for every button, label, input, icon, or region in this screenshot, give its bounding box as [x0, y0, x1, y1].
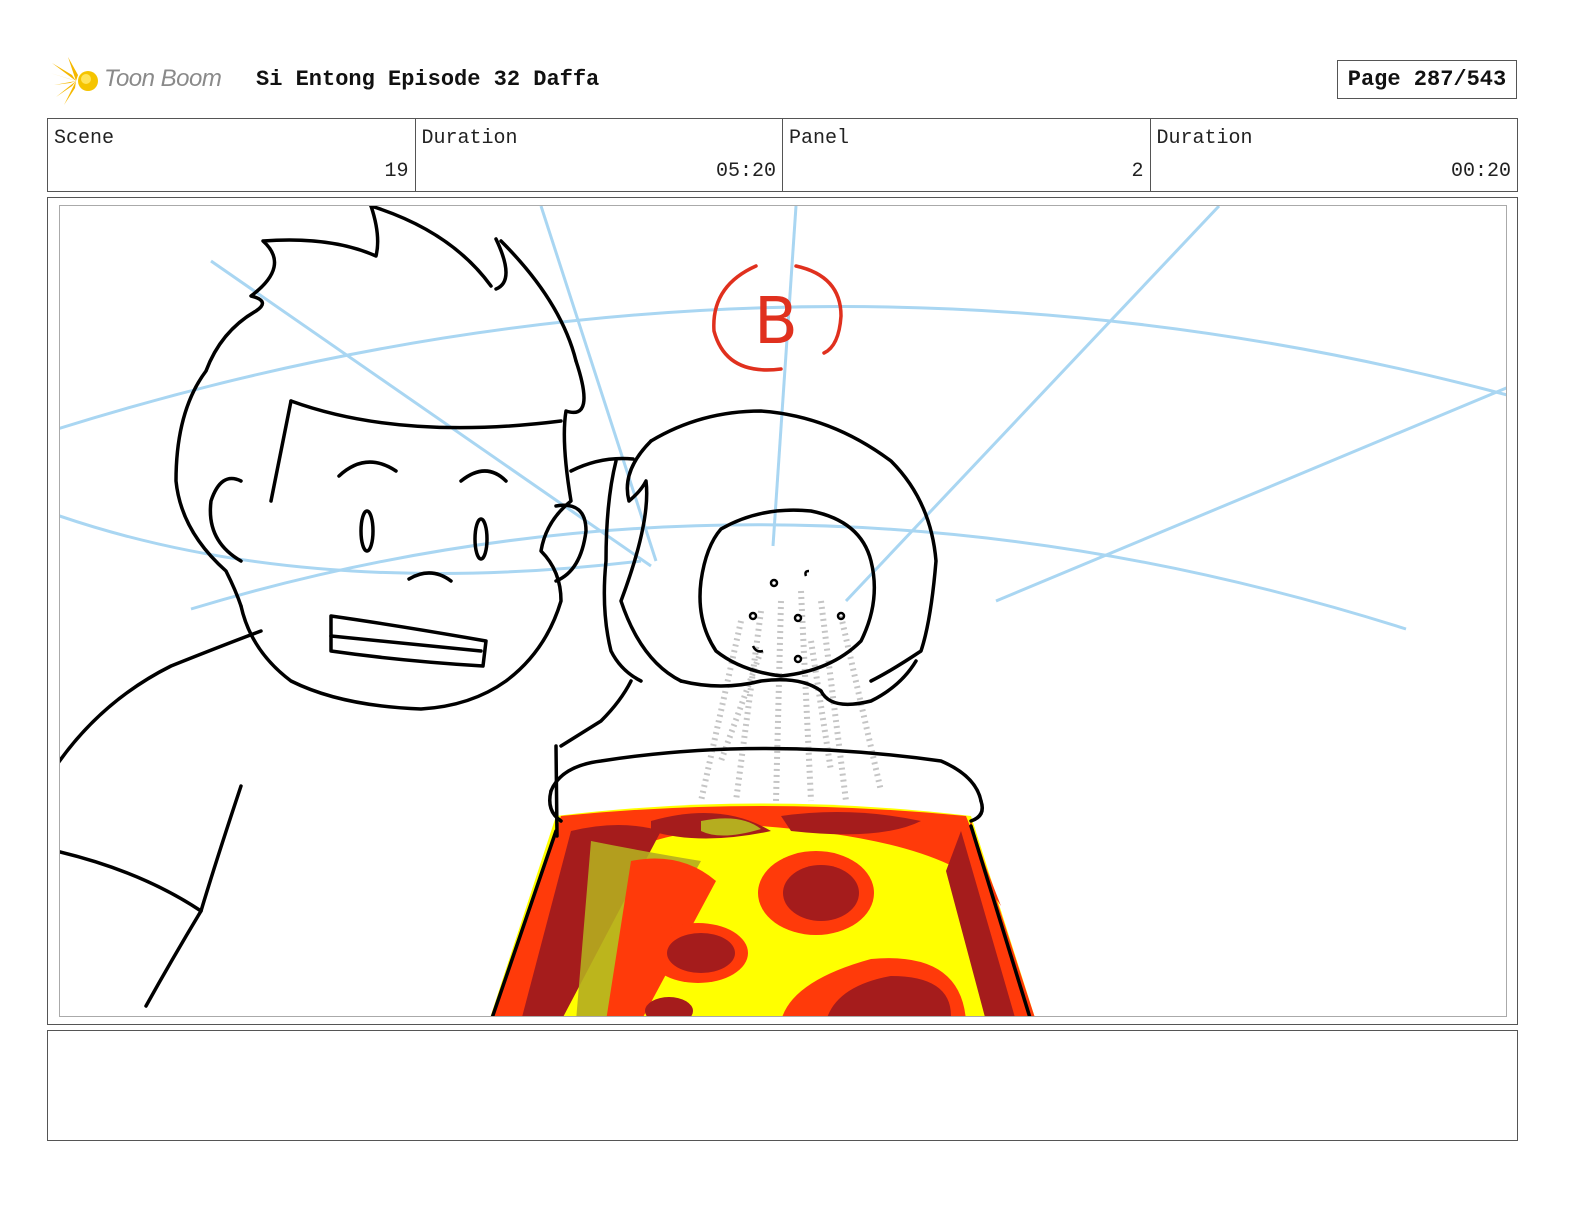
- panel-cell: Panel 2: [783, 119, 1151, 191]
- scene-value: 19: [384, 160, 409, 183]
- scene-info-table: Scene 19 Duration 05:20 Panel 2 Duration…: [47, 118, 1518, 192]
- page-number: Page 287/543: [1337, 60, 1517, 99]
- scene-duration-cell: Duration 05:20: [416, 119, 783, 191]
- salt-stream: [698, 590, 884, 802]
- storyboard-panel: B: [59, 205, 1507, 1017]
- document-title: Si Entong Episode 32 Daffa: [256, 67, 600, 92]
- starburst-icon: [50, 57, 98, 105]
- panel-label: Panel: [789, 127, 850, 150]
- panel-value: 2: [1131, 160, 1144, 183]
- panel-duration-cell: Duration 00:20: [1151, 119, 1518, 191]
- scene-duration-label: Duration: [421, 127, 518, 150]
- annotation-marker: B: [712, 264, 843, 372]
- lava-pot: [490, 803, 1035, 1016]
- panel-duration-label: Duration: [1156, 127, 1253, 150]
- perspective-guides: [60, 206, 1506, 631]
- scene-label: Scene: [54, 127, 115, 150]
- scene-cell: Scene 19: [48, 119, 416, 191]
- panel-duration-value: 00:20: [1450, 160, 1511, 183]
- notes-box: [47, 1030, 1518, 1141]
- toon-boom-logo: Toon Boom: [50, 55, 240, 107]
- annotation-letter: B: [754, 285, 798, 359]
- storyboard-drawing: B: [60, 206, 1506, 1016]
- scene-duration-value: 05:20: [715, 160, 776, 183]
- logo-text: Toon Boom: [104, 65, 222, 92]
